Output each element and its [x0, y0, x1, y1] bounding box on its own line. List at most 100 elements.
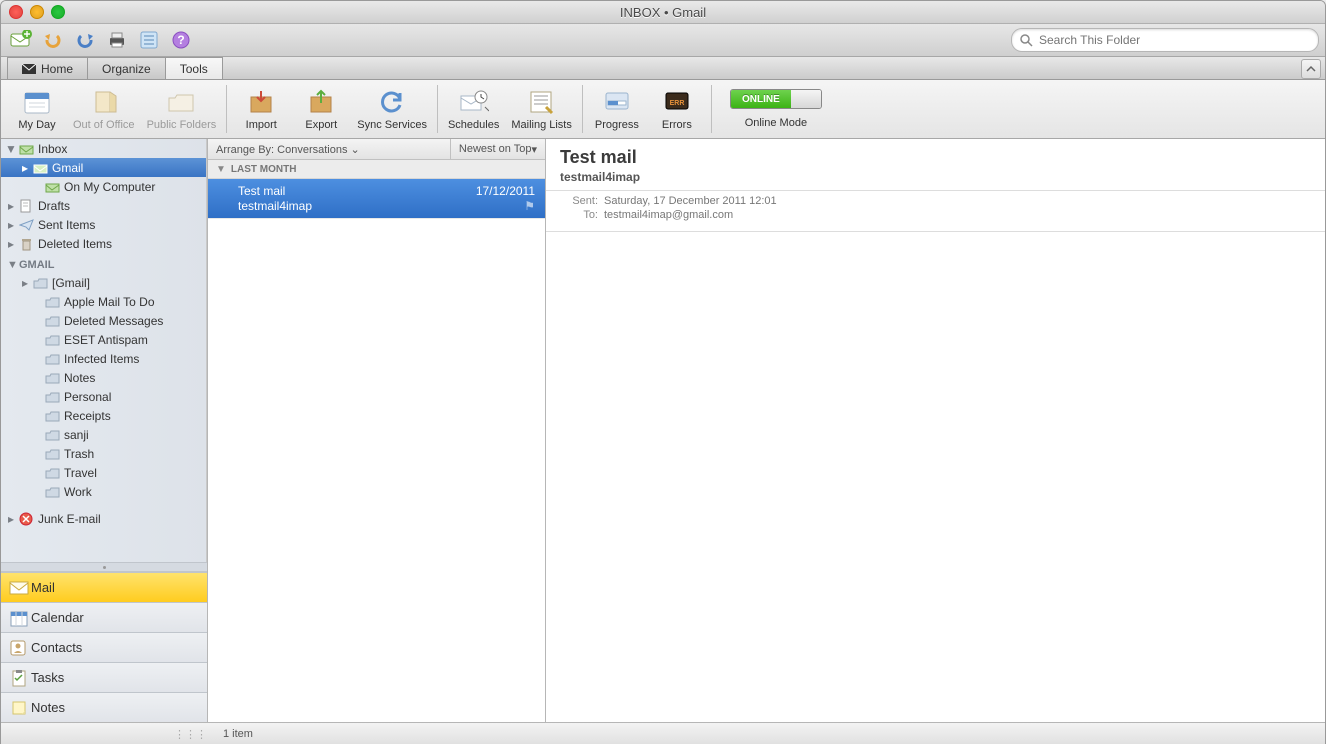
ribbon-out-of-office[interactable]: Out of Office [67, 85, 141, 133]
flag-icon[interactable]: ⚑ [524, 199, 535, 213]
folder-on-my-computer[interactable]: On My Computer [1, 177, 206, 196]
ribbon-mailing-lists[interactable]: Mailing Lists [505, 85, 578, 133]
disclosure-triangle-icon[interactable]: ▸ [5, 218, 17, 232]
folder-apple-mail-todo[interactable]: Apple Mail To Do [1, 292, 206, 311]
undo-button[interactable] [39, 27, 67, 53]
nav-tasks[interactable]: Tasks [1, 662, 207, 692]
preview-subject: Test mail [560, 147, 1311, 168]
sent-value: Saturday, 17 December 2011 12:01 [604, 195, 777, 207]
ribbon-public-folders[interactable]: Public Folders [141, 85, 223, 133]
notes-icon [7, 699, 31, 717]
disclosure-triangle-icon[interactable]: ▸ [5, 199, 17, 213]
svg-text:?: ? [177, 33, 184, 47]
folder-trash[interactable]: Trash [1, 444, 206, 463]
print-button[interactable] [103, 27, 131, 53]
ribbon-label: Progress [595, 119, 639, 131]
disclosure-triangle-icon[interactable]: ▸ [19, 276, 31, 290]
help-button[interactable]: ? [167, 27, 195, 53]
folder-infected-items[interactable]: Infected Items [1, 349, 206, 368]
arrange-by-button[interactable]: Arrange By: Conversations ⌄ [208, 143, 450, 156]
nav-splitter[interactable] [1, 562, 207, 572]
nav-label: Tasks [31, 670, 64, 685]
ribbon-errors[interactable]: ERR Errors [647, 85, 707, 133]
ribbon-schedules[interactable]: Schedules [442, 85, 505, 133]
contacts-icon [7, 639, 31, 657]
help-icon: ? [172, 31, 190, 49]
nav-calendar[interactable]: Calendar [1, 602, 207, 632]
folder-inbox[interactable]: ▼ Inbox [1, 139, 206, 158]
ribbon-import[interactable]: Import [231, 85, 291, 133]
folder-label: sanji [64, 428, 89, 442]
folder-junk[interactable]: ▸ Junk E-mail [1, 509, 206, 528]
folder-gmail-root[interactable]: ▸ [Gmail] [1, 273, 206, 292]
folder-deleted-messages[interactable]: Deleted Messages [1, 311, 206, 330]
offline-slot [791, 90, 821, 108]
folder-receipts[interactable]: Receipts [1, 406, 206, 425]
ribbon-label: Errors [662, 119, 692, 131]
window-title: INBOX • Gmail [1, 5, 1325, 20]
search-field[interactable] [1011, 28, 1319, 52]
folder-icon [43, 353, 61, 365]
folder-icon [43, 429, 61, 441]
tab-label: Organize [102, 62, 151, 76]
disclosure-triangle-icon[interactable]: ▸ [5, 512, 17, 526]
folder-travel[interactable]: Travel [1, 463, 206, 482]
list-button[interactable] [135, 27, 163, 53]
ribbon-sync-services[interactable]: Sync Services [351, 85, 433, 133]
redo-button[interactable] [71, 27, 99, 53]
folder-sent[interactable]: ▸ Sent Items [1, 215, 206, 234]
quick-toolbar: ? [1, 24, 1325, 57]
nav-label: Notes [31, 700, 65, 715]
folder-label: Work [64, 485, 92, 499]
arrange-label: Arrange By: [216, 144, 274, 156]
ribbon-progress[interactable]: Progress [587, 85, 647, 133]
folder-sanji[interactable]: sanji [1, 425, 206, 444]
folder-icon [43, 467, 61, 479]
ribbon-online-mode[interactable]: ONLINE Online Mode [730, 89, 822, 129]
group-label: LAST MONTH [231, 164, 297, 175]
folder-work[interactable]: Work [1, 482, 206, 501]
ribbon-label: Sync Services [357, 119, 427, 131]
folder-personal[interactable]: Personal [1, 387, 206, 406]
printer-icon [107, 31, 127, 49]
tab-organize[interactable]: Organize [87, 57, 166, 79]
folder-icon [43, 448, 61, 460]
folder-label: Deleted Items [38, 237, 112, 251]
preview-from: testmail4imap [560, 170, 1311, 184]
folder-drafts[interactable]: ▸ Drafts [1, 196, 206, 215]
collapse-ribbon-button[interactable] [1301, 59, 1321, 79]
folder-eset-antispam[interactable]: ESET Antispam [1, 330, 206, 349]
sidebar-resize-grip[interactable]: ⋮⋮⋮ [1, 728, 213, 741]
disclosure-triangle-icon[interactable]: ▼ [5, 142, 17, 156]
nav-mail[interactable]: Mail [1, 572, 207, 602]
folder-icon [43, 334, 61, 346]
disclosure-triangle-icon[interactable]: ▸ [5, 237, 17, 251]
ribbon-tabs: Home Organize Tools [1, 57, 1325, 80]
ribbon-my-day[interactable]: My Day [7, 85, 67, 133]
section-gmail[interactable]: ▼ GMAIL [1, 253, 206, 273]
drafts-icon [17, 199, 35, 213]
send-receive-button[interactable] [7, 27, 35, 53]
sort-label: Newest on Top [459, 143, 532, 155]
folder-icon [43, 296, 61, 308]
message-item[interactable]: Test mail 17/12/2011 testmail4imap ⚑ [208, 179, 545, 219]
message-body [546, 232, 1325, 722]
search-input[interactable] [1037, 32, 1310, 48]
folder-deleted[interactable]: ▸ Deleted Items [1, 234, 206, 253]
disclosure-triangle-icon[interactable]: ▸ [19, 161, 31, 175]
ribbon-export[interactable]: Export [291, 85, 351, 133]
title-bar: INBOX • Gmail [1, 1, 1325, 24]
sort-button[interactable]: Newest on Top ▾ [450, 139, 545, 159]
folder-gmail-account[interactable]: ▸ Gmail [1, 158, 206, 177]
folder-label: Drafts [38, 199, 70, 213]
folder-notes[interactable]: Notes [1, 368, 206, 387]
nav-contacts[interactable]: Contacts [1, 632, 207, 662]
sent-label: Sent: [560, 195, 598, 207]
disclosure-triangle-icon[interactable]: ▼ [7, 259, 19, 271]
tab-tools[interactable]: Tools [165, 57, 223, 79]
nav-notes[interactable]: Notes [1, 692, 207, 722]
envelope-icon [22, 64, 36, 74]
message-group-header[interactable]: ▼ LAST MONTH [208, 160, 545, 179]
tab-home[interactable]: Home [7, 57, 88, 79]
online-toggle[interactable]: ONLINE [730, 89, 822, 109]
